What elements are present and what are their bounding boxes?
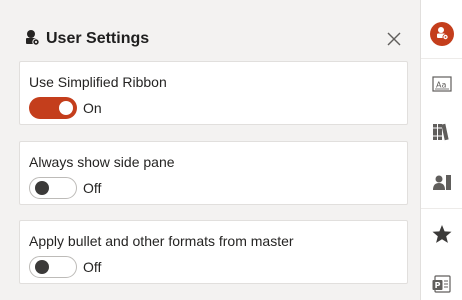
setting-card-simplified-ribbon: Use Simplified Ribbon On (19, 61, 408, 125)
pane-title: User Settings (46, 30, 150, 47)
svg-text:Aa: Aa (436, 81, 446, 90)
rail-people-button[interactable] (421, 160, 462, 204)
toggle-state-label: On (83, 100, 102, 116)
user-settings-pane: User Settings Use Simplified Ribbon On A… (0, 0, 420, 300)
toggle-knob (59, 101, 73, 115)
rail-favorites-button[interactable] (421, 212, 462, 256)
close-icon[interactable] (385, 30, 403, 48)
bullet-formats-toggle[interactable] (29, 256, 77, 278)
rail-user-settings-button[interactable] (421, 12, 462, 56)
svg-text:P: P (435, 281, 441, 290)
powerpoint-icon: P (432, 275, 451, 293)
setting-card-side-pane: Always show side pane Off (19, 141, 408, 205)
people-icon (433, 175, 451, 190)
rail-text-format-button[interactable]: Aa (421, 62, 462, 106)
side-pane-toggle[interactable] (29, 177, 77, 199)
user-settings-icon (26, 30, 40, 46)
setting-card-bullet-formats: Apply bullet and other formats from mast… (19, 220, 408, 284)
pane-header: User Settings (0, 0, 420, 60)
side-rail: Aa P (420, 0, 462, 300)
simplified-ribbon-toggle[interactable] (29, 97, 77, 119)
toggle-state-label: Off (83, 180, 102, 196)
toggle-knob (35, 260, 49, 274)
rail-powerpoint-button[interactable]: P (421, 262, 462, 300)
toggle-knob (35, 181, 49, 195)
rail-divider (421, 208, 462, 209)
setting-label: Apply bullet and other formats from mast… (29, 233, 294, 249)
user-settings-icon (430, 22, 454, 46)
setting-label: Always show side pane (29, 154, 175, 170)
toggle-state-label: Off (83, 259, 102, 275)
setting-label: Use Simplified Ribbon (29, 74, 167, 90)
library-icon (433, 123, 449, 141)
rail-library-button[interactable] (421, 110, 462, 154)
star-icon (432, 225, 452, 243)
rail-divider (421, 58, 462, 59)
text-format-icon: Aa (432, 76, 452, 92)
